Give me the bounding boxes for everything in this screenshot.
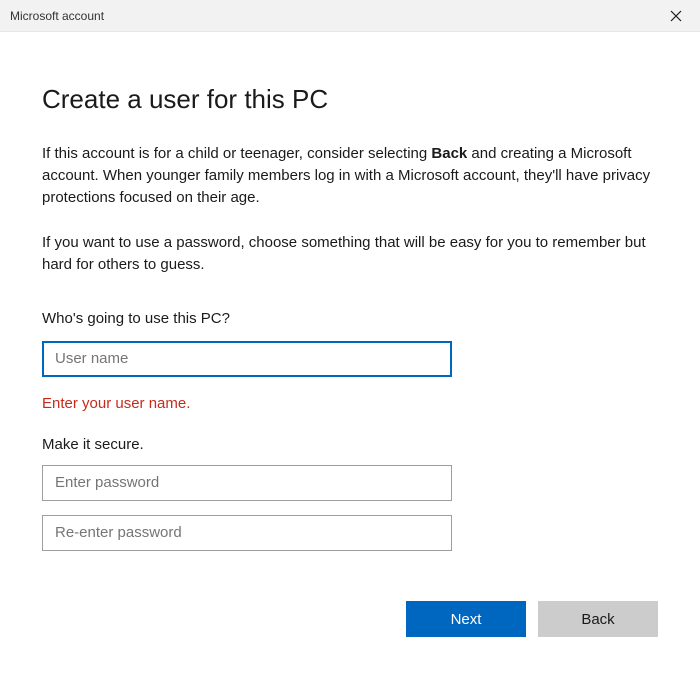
username-label: Who's going to use this PC? bbox=[42, 310, 658, 327]
reenter-password-input-wrap bbox=[42, 515, 452, 551]
page-title: Create a user for this PC bbox=[42, 84, 658, 115]
footer-buttons: Next Back bbox=[42, 601, 658, 651]
content-area: Create a user for this PC If this accoun… bbox=[0, 32, 700, 675]
window-title: Microsoft account bbox=[10, 9, 104, 23]
titlebar: Microsoft account bbox=[0, 0, 700, 32]
intro-bold: Back bbox=[431, 145, 467, 162]
password-hint-paragraph: If you want to use a password, choose so… bbox=[42, 232, 658, 276]
password-input[interactable] bbox=[42, 465, 452, 501]
username-error: Enter your user name. bbox=[42, 395, 658, 412]
username-input[interactable] bbox=[42, 341, 452, 377]
secure-label: Make it secure. bbox=[42, 436, 658, 453]
password-input-wrap bbox=[42, 465, 452, 501]
username-input-wrap bbox=[42, 341, 452, 377]
close-button[interactable] bbox=[656, 1, 696, 31]
intro-paragraph: If this account is for a child or teenag… bbox=[42, 143, 658, 208]
reenter-password-input[interactable] bbox=[42, 515, 452, 551]
close-icon bbox=[670, 10, 682, 22]
intro-pre: If this account is for a child or teenag… bbox=[42, 145, 431, 162]
back-button[interactable]: Back bbox=[538, 601, 658, 637]
next-button[interactable]: Next bbox=[406, 601, 526, 637]
